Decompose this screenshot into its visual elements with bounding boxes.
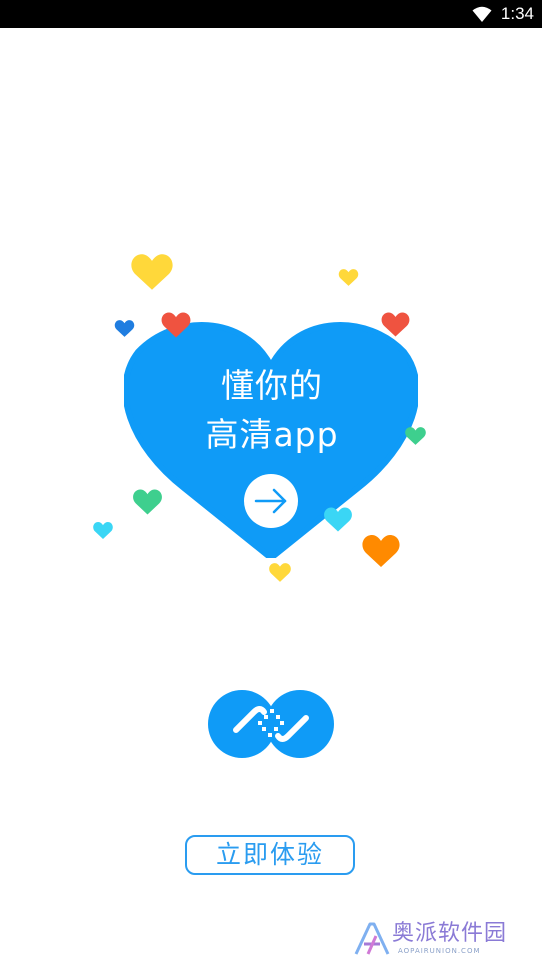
next-arrow-button[interactable] <box>244 474 298 528</box>
aopai-logo-icon <box>354 922 390 955</box>
hero-line-1: 懂你的 <box>221 366 323 405</box>
heart-cyan-icon <box>93 522 113 539</box>
heart-red-icon <box>381 312 410 337</box>
heart-orange-icon <box>362 535 400 567</box>
heart-blue-icon <box>114 320 135 337</box>
watermark: 奥派软件园 AOPAIRUNION.COM <box>352 920 538 960</box>
heart-green-icon <box>133 489 162 515</box>
watermark-sub: AOPAIRUNION.COM <box>398 947 481 955</box>
watermark-brand: 奥派软件园 <box>392 921 508 946</box>
heart-red-icon <box>161 312 191 338</box>
try-now-button[interactable]: 立即体验 <box>185 835 355 875</box>
heart-yellow-icon <box>338 269 359 286</box>
arrow-right-icon <box>254 488 287 514</box>
heart-yellow-icon <box>131 254 173 290</box>
heart-cyan-icon <box>324 507 352 532</box>
status-bar: 1:34 <box>0 0 542 28</box>
heart-yellow-icon <box>269 563 291 582</box>
infinity-film-logo <box>208 690 334 758</box>
heart-green-icon <box>405 427 426 445</box>
status-time: 1:34 <box>500 4 534 23</box>
wifi-icon <box>472 6 492 22</box>
hero-line-2: 高清app <box>205 415 339 454</box>
